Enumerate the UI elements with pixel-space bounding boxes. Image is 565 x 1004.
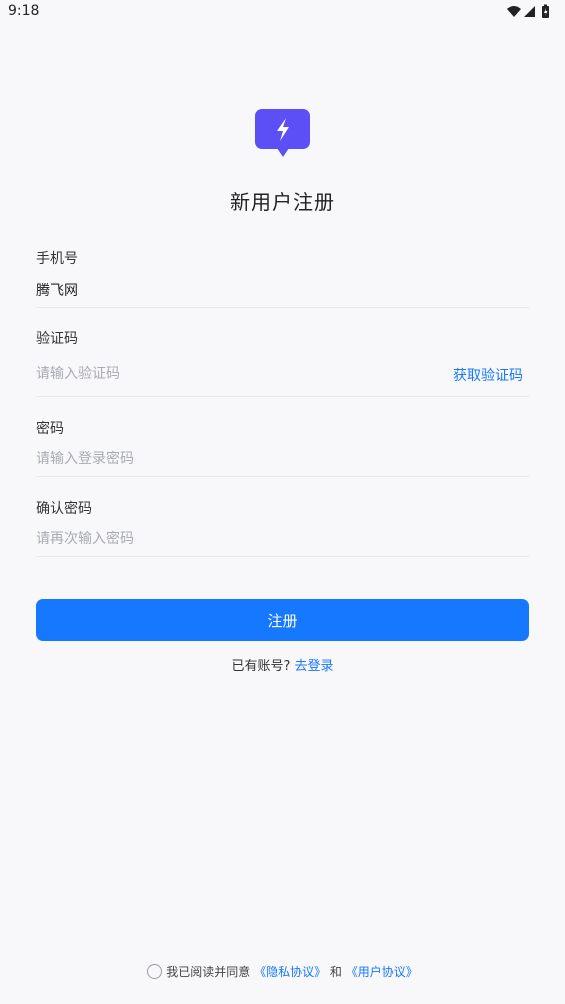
status-bar: 9:18 [0,0,565,24]
agreement-and: 和 [329,965,342,979]
login-link[interactable]: 去登录 [295,659,334,674]
agreement: 我已阅读并同意 《隐私协议》 和 《用户协议》 [0,963,565,980]
agreement-radio[interactable] [147,964,163,979]
confirm-password-field: 确认密码 [36,497,529,557]
signal-icon [524,6,535,17]
code-input[interactable] [36,364,416,384]
app-logo-icon [255,109,310,157]
user-agreement-link[interactable]: 《用户协议》 [346,965,418,979]
code-label: 验证码 [36,331,78,347]
agreement-prefix: 我已阅读并同意 [166,965,251,979]
register-button[interactable]: 注册 [36,599,529,641]
code-field: 验证码 获取验证码 [36,327,529,397]
phone-label: 手机号 [36,251,78,267]
wifi-icon [507,6,521,17]
status-time: 9:18 [8,3,40,19]
phone-field: 手机号 [36,247,529,308]
page-title: 新用户注册 [230,190,335,214]
register-screen: 9:18 新用户注册 手机号 验证码 获取验证码 [0,0,565,1004]
phone-input[interactable] [36,280,436,300]
battery-icon [542,4,549,18]
confirm-password-label: 确认密码 [36,501,92,517]
login-prompt: 已有账号? 去登录 [0,655,565,674]
login-prompt-text: 已有账号? [231,659,291,674]
password-field: 密码 [36,417,529,477]
password-input[interactable] [36,449,436,469]
privacy-policy-link[interactable]: 《隐私协议》 [254,965,326,979]
status-icons [507,4,549,18]
get-code-button[interactable]: 获取验证码 [453,365,523,385]
confirm-password-input[interactable] [36,529,436,549]
password-label: 密码 [36,421,64,437]
